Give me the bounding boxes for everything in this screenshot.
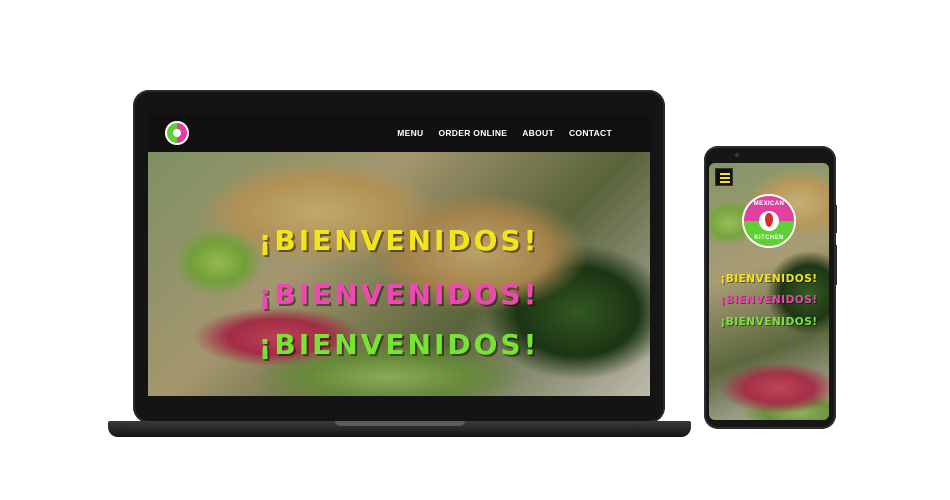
phone-camera (735, 153, 739, 157)
site-navbar: MENU ORDER ONLINE ABOUT CONTACT (148, 114, 650, 152)
phone-headline-pink: ¡BIENVENIDOS! (720, 294, 818, 306)
nav-links: MENU ORDER ONLINE ABOUT CONTACT (397, 128, 612, 138)
laptop-screen: MENU ORDER ONLINE ABOUT CONTACT ¡BIENVEN… (148, 114, 650, 396)
logo-top-text: MEXICAN (753, 201, 785, 207)
phone-headline-green: ¡BIENVENIDOS! (720, 316, 818, 328)
phone-side-button (835, 205, 837, 233)
nav-menu-link[interactable]: MENU (397, 128, 423, 138)
hero-headline-yellow: ¡BIENVENIDOS! (258, 224, 540, 257)
brand-logo[interactable] (165, 121, 189, 145)
nav-order-online-link[interactable]: ORDER ONLINE (438, 128, 507, 138)
nav-about-link[interactable]: ABOUT (522, 128, 554, 138)
phone-volume-button (835, 245, 837, 285)
hamburger-menu-icon[interactable] (715, 168, 733, 186)
hero-headline-pink: ¡BIENVENIDOS! (258, 278, 540, 311)
phone-screen: MEXICAN KITCHEN ¡BIENVENIDOS! ¡BIENVENID… (709, 163, 829, 420)
logo-bottom-text: KITCHEN (754, 235, 784, 241)
nav-contact-link[interactable]: CONTACT (569, 128, 612, 138)
phone-headline-yellow: ¡BIENVENIDOS! (720, 273, 818, 285)
hero-image-tacos: ¡BIENVENIDOS! ¡BIENVENIDOS! ¡BIENVENIDOS… (148, 152, 650, 396)
laptop-notch (335, 421, 465, 426)
hero-headline-green: ¡BIENVENIDOS! (258, 328, 540, 361)
